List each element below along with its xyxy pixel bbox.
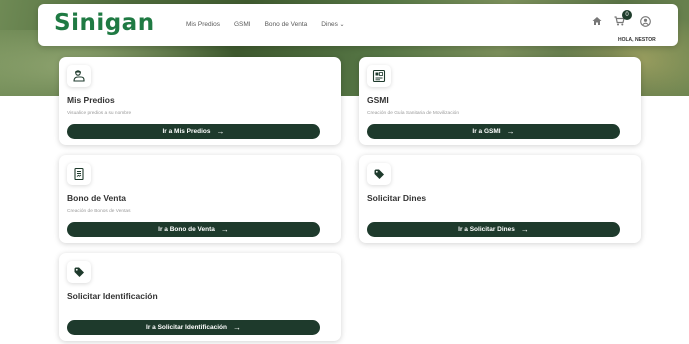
- card-icon-container: [367, 65, 391, 87]
- arrow-right-icon: →: [506, 126, 515, 136]
- card-description: Creación de Bonos de Ventas: [67, 209, 131, 214]
- card-title: Solicitar Identificación: [67, 291, 158, 301]
- arrow-right-icon: →: [220, 224, 229, 234]
- card-title: Bono de Venta: [67, 193, 127, 203]
- card-title: Mis Predios: [67, 95, 115, 105]
- tag-icon: [374, 169, 384, 179]
- document-grid-icon: [372, 69, 386, 83]
- button-label: Ir a Bono de Venta: [158, 226, 215, 233]
- card-title: GSMI: [367, 95, 389, 105]
- receipt-icon: [74, 167, 84, 181]
- farmer-icon: [73, 70, 85, 82]
- card-description: Creación de Guía Sanitaria de Movilizaci…: [367, 111, 459, 116]
- go-to-mis-predios-button[interactable]: Ir a Mis Predios →: [67, 124, 320, 139]
- card-description: Visualice predios a su nombre: [67, 111, 132, 116]
- nav-icons: 0: [592, 10, 672, 28]
- brand-logo[interactable]: Sinigan: [54, 10, 155, 36]
- go-to-gsmi-button[interactable]: Ir a GSMI →: [367, 124, 620, 139]
- go-to-solicitar-identificacion-button[interactable]: Ir a Solicitar Identificación →: [67, 320, 320, 335]
- card-icon-container: [67, 163, 91, 185]
- card-icon-container: [367, 163, 391, 185]
- button-label: Ir a GSMI: [472, 128, 501, 135]
- go-to-solicitar-dines-button[interactable]: Ir a Solicitar Dines →: [367, 222, 620, 237]
- arrow-right-icon: →: [520, 224, 529, 234]
- user-greeting: HOLA, NESTOR: [618, 37, 656, 43]
- nav-link-dines-dropdown[interactable]: Dines: [321, 21, 344, 28]
- button-label: Ir a Mis Predios: [162, 128, 211, 135]
- top-navbar: Sinigan Mis Predios GSMI Bono de Venta D…: [38, 4, 678, 46]
- button-label: Ir a Solicitar Dines: [458, 226, 515, 233]
- card-title: Solicitar Dines: [367, 193, 427, 203]
- nav-link-gsmi[interactable]: GSMI: [234, 21, 251, 28]
- arrow-right-icon: →: [216, 126, 225, 136]
- card-mis-predios: Mis Predios Visualice predios a su nombr…: [59, 57, 341, 145]
- tag-icon: [74, 267, 84, 277]
- cart-count-badge: 0: [622, 10, 632, 20]
- card-icon-container: [67, 65, 91, 87]
- card-bono-de-venta: Bono de Venta Creación de Bonos de Venta…: [59, 155, 341, 243]
- nav-link-mis-predios[interactable]: Mis Predios: [186, 21, 220, 28]
- arrow-right-icon: →: [232, 322, 241, 332]
- user-icon[interactable]: [640, 16, 651, 27]
- home-icon[interactable]: [592, 16, 602, 26]
- go-to-bono-de-venta-button[interactable]: Ir a Bono de Venta →: [67, 222, 320, 237]
- button-label: Ir a Solicitar Identificación: [146, 324, 227, 331]
- nav-links: Mis Predios GSMI Bono de Venta Dines: [186, 21, 345, 28]
- nav-link-bono-de-venta[interactable]: Bono de Venta: [265, 21, 308, 28]
- card-icon-container: [67, 261, 91, 283]
- card-solicitar-dines: Solicitar Dines Ir a Solicitar Dines →: [359, 155, 641, 243]
- card-solicitar-identificacion: Solicitar Identificación Ir a Solicitar …: [59, 253, 341, 341]
- card-gsmi: GSMI Creación de Guía Sanitaria de Movil…: [359, 57, 641, 145]
